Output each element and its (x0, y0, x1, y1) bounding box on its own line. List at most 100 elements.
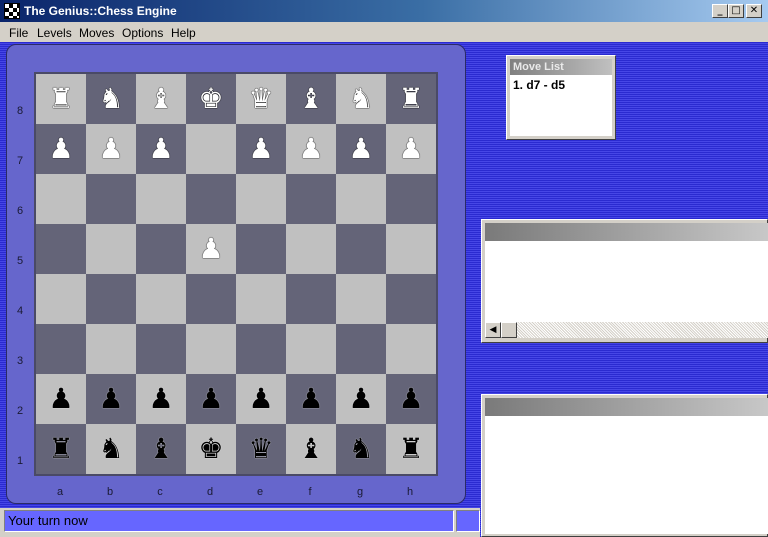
square-c4[interactable] (136, 274, 186, 324)
square-e7[interactable]: ♟ (236, 124, 286, 174)
square-d4[interactable] (186, 274, 236, 324)
menu-bar: File Levels Moves Options Help (0, 22, 768, 42)
square-f5[interactable] (286, 224, 336, 274)
square-f7[interactable]: ♟ (286, 124, 336, 174)
square-h4[interactable] (386, 274, 436, 324)
square-c5[interactable] (136, 224, 186, 274)
menu-file[interactable]: File (9, 26, 28, 40)
square-d7[interactable] (186, 124, 236, 174)
square-b1[interactable]: ♞ (86, 424, 136, 474)
rank-label-5: 5 (16, 255, 24, 267)
file-label-g: g (356, 486, 364, 498)
square-b3[interactable] (86, 324, 136, 374)
status-segment (456, 510, 480, 532)
square-a6[interactable] (36, 174, 86, 224)
square-h2[interactable]: ♟ (386, 374, 436, 424)
square-e5[interactable] (236, 224, 286, 274)
square-g3[interactable] (336, 324, 386, 374)
square-g6[interactable] (336, 174, 386, 224)
menu-options[interactable]: Options (122, 26, 163, 40)
square-b8[interactable]: ♞ (86, 74, 136, 124)
square-d8[interactable]: ♚ (186, 74, 236, 124)
square-g8[interactable]: ♞ (336, 74, 386, 124)
square-g4[interactable] (336, 274, 386, 324)
square-f8[interactable]: ♝ (286, 74, 336, 124)
title-bar: The Genius::Chess Engine _ □ ✕ (0, 0, 768, 22)
move-list-body: 1. d7 - d5 (510, 75, 612, 136)
square-h3[interactable] (386, 324, 436, 374)
square-e4[interactable] (236, 274, 286, 324)
minimize-button[interactable]: _ (712, 4, 728, 18)
square-d2[interactable]: ♟ (186, 374, 236, 424)
close-button[interactable]: ✕ (746, 4, 762, 18)
square-g7[interactable]: ♟ (336, 124, 386, 174)
square-e3[interactable] (236, 324, 286, 374)
rank-label-1: 1 (16, 455, 24, 467)
rank-label-3: 3 (16, 355, 24, 367)
square-b4[interactable] (86, 274, 136, 324)
square-f4[interactable] (286, 274, 336, 324)
square-c3[interactable] (136, 324, 186, 374)
square-g1[interactable]: ♞ (336, 424, 386, 474)
square-c7[interactable]: ♟ (136, 124, 186, 174)
output-panel-titlebar (485, 398, 768, 416)
move-list-window: Move List 1. d7 - d5 (506, 55, 616, 140)
square-e8[interactable]: ♛ (236, 74, 286, 124)
file-label-b: b (106, 486, 114, 498)
square-f6[interactable] (286, 174, 336, 224)
square-b6[interactable] (86, 174, 136, 224)
square-d3[interactable] (186, 324, 236, 374)
square-e6[interactable] (236, 174, 286, 224)
square-h5[interactable] (386, 224, 436, 274)
menu-help[interactable]: Help (171, 26, 196, 40)
square-a1[interactable]: ♜ (36, 424, 86, 474)
scroll-left-arrow-icon[interactable]: ◀ (485, 322, 501, 338)
square-c6[interactable] (136, 174, 186, 224)
menu-levels[interactable]: Levels (37, 26, 72, 40)
square-d1[interactable]: ♚ (186, 424, 236, 474)
square-a2[interactable]: ♟ (36, 374, 86, 424)
analysis-horizontal-scrollbar[interactable]: ◀ (485, 322, 768, 338)
square-h7[interactable]: ♟ (386, 124, 436, 174)
menu-moves[interactable]: Moves (79, 26, 114, 40)
square-c2[interactable]: ♟ (136, 374, 186, 424)
square-b5[interactable] (86, 224, 136, 274)
square-e2[interactable]: ♟ (236, 374, 286, 424)
square-h8[interactable]: ♜ (386, 74, 436, 124)
square-a4[interactable] (36, 274, 86, 324)
square-d6[interactable] (186, 174, 236, 224)
square-b2[interactable]: ♟ (86, 374, 136, 424)
square-f1[interactable]: ♝ (286, 424, 336, 474)
analysis-panel-body (485, 241, 768, 322)
chessboard-icon (4, 3, 20, 19)
square-e1[interactable]: ♛ (236, 424, 286, 474)
square-g5[interactable] (336, 224, 386, 274)
square-f2[interactable]: ♟ (286, 374, 336, 424)
square-a3[interactable] (36, 324, 86, 374)
output-panel-body (485, 416, 768, 534)
square-b7[interactable]: ♟ (86, 124, 136, 174)
file-label-f: f (308, 486, 312, 498)
move-list-item[interactable]: 1. d7 - d5 (513, 78, 565, 92)
rank-label-4: 4 (16, 305, 24, 317)
square-c8[interactable]: ♝ (136, 74, 186, 124)
square-d5[interactable]: ♟ (186, 224, 236, 274)
file-label-a: a (56, 486, 64, 498)
file-label-c: c (157, 486, 163, 498)
output-panel (481, 394, 768, 537)
square-h6[interactable] (386, 174, 436, 224)
square-a7[interactable]: ♟ (36, 124, 86, 174)
square-c1[interactable]: ♝ (136, 424, 186, 474)
window-title: The Genius::Chess Engine (24, 4, 177, 18)
square-h1[interactable]: ♜ (386, 424, 436, 474)
chess-board: ♜ ♞ ♝ ♚ ♛ ♝ ♞ ♜ ♟ ♟ ♟ ♟ ♟ ♟ ♟ ♟ ♟ ♟ ♟ ♟ … (34, 72, 438, 476)
square-f3[interactable] (286, 324, 336, 374)
square-g2[interactable]: ♟ (336, 374, 386, 424)
maximize-button[interactable]: □ (728, 4, 744, 18)
square-a5[interactable] (36, 224, 86, 274)
rank-label-6: 6 (16, 205, 24, 217)
status-bar: Your turn now (0, 508, 480, 537)
scroll-thumb[interactable] (501, 322, 517, 338)
square-a8[interactable]: ♜ (36, 74, 86, 124)
rank-label-8: 8 (16, 105, 24, 117)
